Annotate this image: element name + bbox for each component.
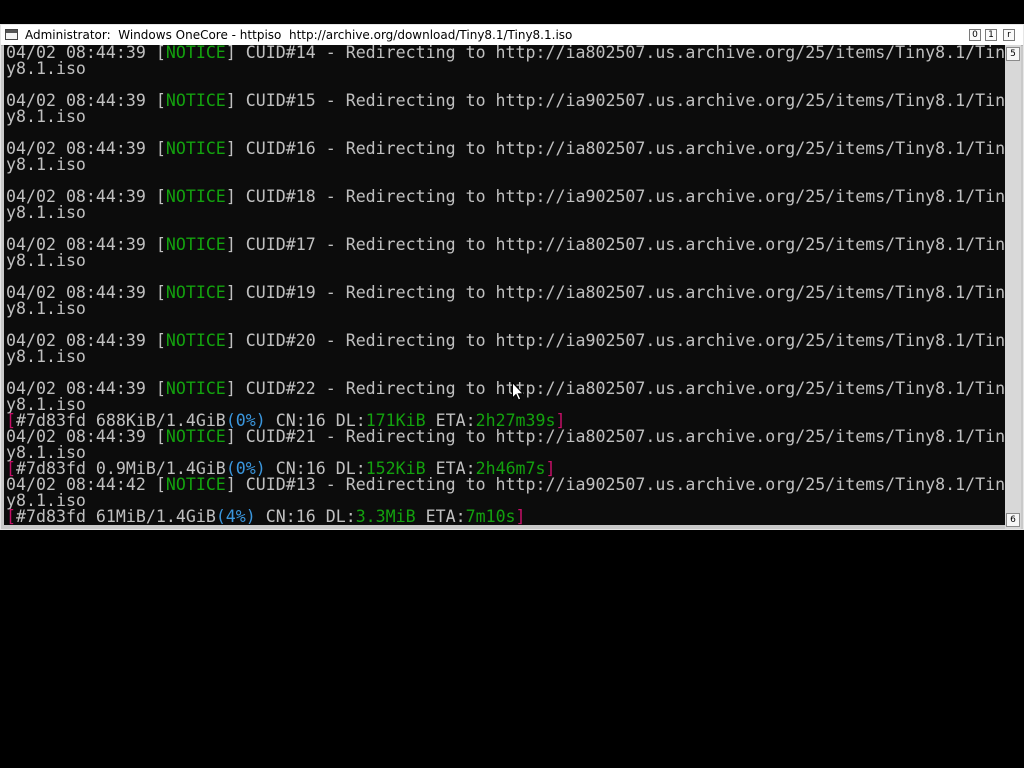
log-line: 04/02 08:44:39 [NOTICE] CUID#18 - Redire… [6,187,1005,206]
log-line: 04/02 08:44:39 [NOTICE] CUID#15 - Redire… [6,91,1005,110]
log-line: 04/02 08:44:39 [NOTICE] CUID#22 - Redire… [6,379,1005,398]
log-message-wrap: y8.1.iso [6,107,86,126]
log-line-continuation: y8.1.iso [6,299,1005,318]
log-message-wrap: y8.1.iso [6,59,86,78]
log-message: CUID#22 - Redirecting to http://ia802507… [235,379,1005,398]
log-level-badge: NOTICE [165,475,226,494]
log-message-wrap: y8.1.iso [6,155,86,174]
log-line-continuation: y8.1.iso [6,203,1005,222]
log-line-continuation: y8.1.iso [6,251,1005,270]
log-message: CUID#21 - Redirecting to http://ia802507… [235,427,1005,446]
console-window[interactable]: Administrator: Windows OneCore - httpiso… [0,24,1024,530]
log-line: 04/02 08:44:39 [NOTICE] CUID#16 - Redire… [6,139,1005,158]
log-message-wrap: y8.1.iso [6,203,86,222]
console-app-icon[interactable] [5,29,18,40]
window-title: Administrator: Windows OneCore - httpiso… [25,28,573,42]
log-line: 04/02 08:44:39 [NOTICE] CUID#14 - Redire… [6,45,1005,62]
progress-line: [#7d83fd 61MiB/1.4GiB(4%) CN:16 DL:3.3Mi… [6,507,1005,525]
download-gid: #7d83fd [16,507,86,525]
close-button[interactable]: r [1003,29,1015,41]
log-level-badge: NOTICE [165,235,226,254]
progress-close-bracket: ] [515,507,526,525]
log-message: CUID#18 - Redirecting to http://ia902507… [235,187,1005,206]
console-text: 04/02 08:44:39 [NOTICE] CUID#14 - Redire… [4,45,1005,525]
log-level-badge: NOTICE [165,379,226,398]
log-level-badge: NOTICE [165,187,226,206]
log-line: 04/02 08:44:39 [NOTICE] CUID#20 - Redire… [6,331,1005,350]
log-line-continuation: y8.1.iso [6,59,1005,78]
log-level-badge: NOTICE [165,331,226,350]
log-message: CUID#14 - Redirecting to http://ia802507… [235,45,1005,62]
log-level-badge: NOTICE [165,91,226,110]
minimize-button[interactable]: 0 [969,29,981,41]
log-message: CUID#17 - Redirecting to http://ia802507… [235,235,1005,254]
download-percent: (4%) [215,507,256,525]
log-line: 04/02 08:44:42 [NOTICE] CUID#13 - Redire… [6,475,1005,494]
log-message-wrap: y8.1.iso [6,347,86,366]
log-line: 04/02 08:44:39 [NOTICE] CUID#19 - Redire… [6,283,1005,302]
log-level-badge: NOTICE [165,45,226,62]
maximize-button[interactable]: 1 [985,29,997,41]
log-message: CUID#19 - Redirecting to http://ia802507… [235,283,1005,302]
connection-count: CN:16 DL: [255,507,356,525]
log-message: CUID#15 - Redirecting to http://ia902507… [235,91,1005,110]
log-message: CUID#16 - Redirecting to http://ia802507… [235,139,1005,158]
log-line-continuation: y8.1.iso [6,347,1005,366]
log-line-continuation: y8.1.iso [6,155,1005,174]
progress-open-bracket: [ [6,507,16,525]
log-line-continuation: y8.1.iso [6,107,1005,126]
log-message-wrap: y8.1.iso [6,299,86,318]
eta-value: 7m10s [465,507,516,525]
log-message-wrap: y8.1.iso [6,251,86,270]
eta-label: ETA: [415,507,466,525]
vertical-scrollbar[interactable]: 5 6 [1005,45,1021,529]
log-message: CUID#20 - Redirecting to http://ia902507… [235,331,1005,350]
log-message: CUID#13 - Redirecting to http://ia902507… [235,475,1005,494]
log-level-badge: NOTICE [165,283,226,302]
download-size: 61MiB/1.4GiB [85,507,216,525]
log-level-badge: NOTICE [165,427,226,446]
log-line: 04/02 08:44:39 [NOTICE] CUID#21 - Redire… [6,427,1005,446]
title-bar[interactable]: Administrator: Windows OneCore - httpiso… [1,25,1023,46]
console-output[interactable]: 04/02 08:44:39 [NOTICE] CUID#14 - Redire… [4,45,1005,525]
download-speed: 3.3MiB [355,507,416,525]
scroll-up-button[interactable]: 5 [1006,47,1020,61]
scroll-down-button[interactable]: 6 [1006,513,1020,527]
log-line: 04/02 08:44:39 [NOTICE] CUID#17 - Redire… [6,235,1005,254]
log-level-badge: NOTICE [165,139,226,158]
